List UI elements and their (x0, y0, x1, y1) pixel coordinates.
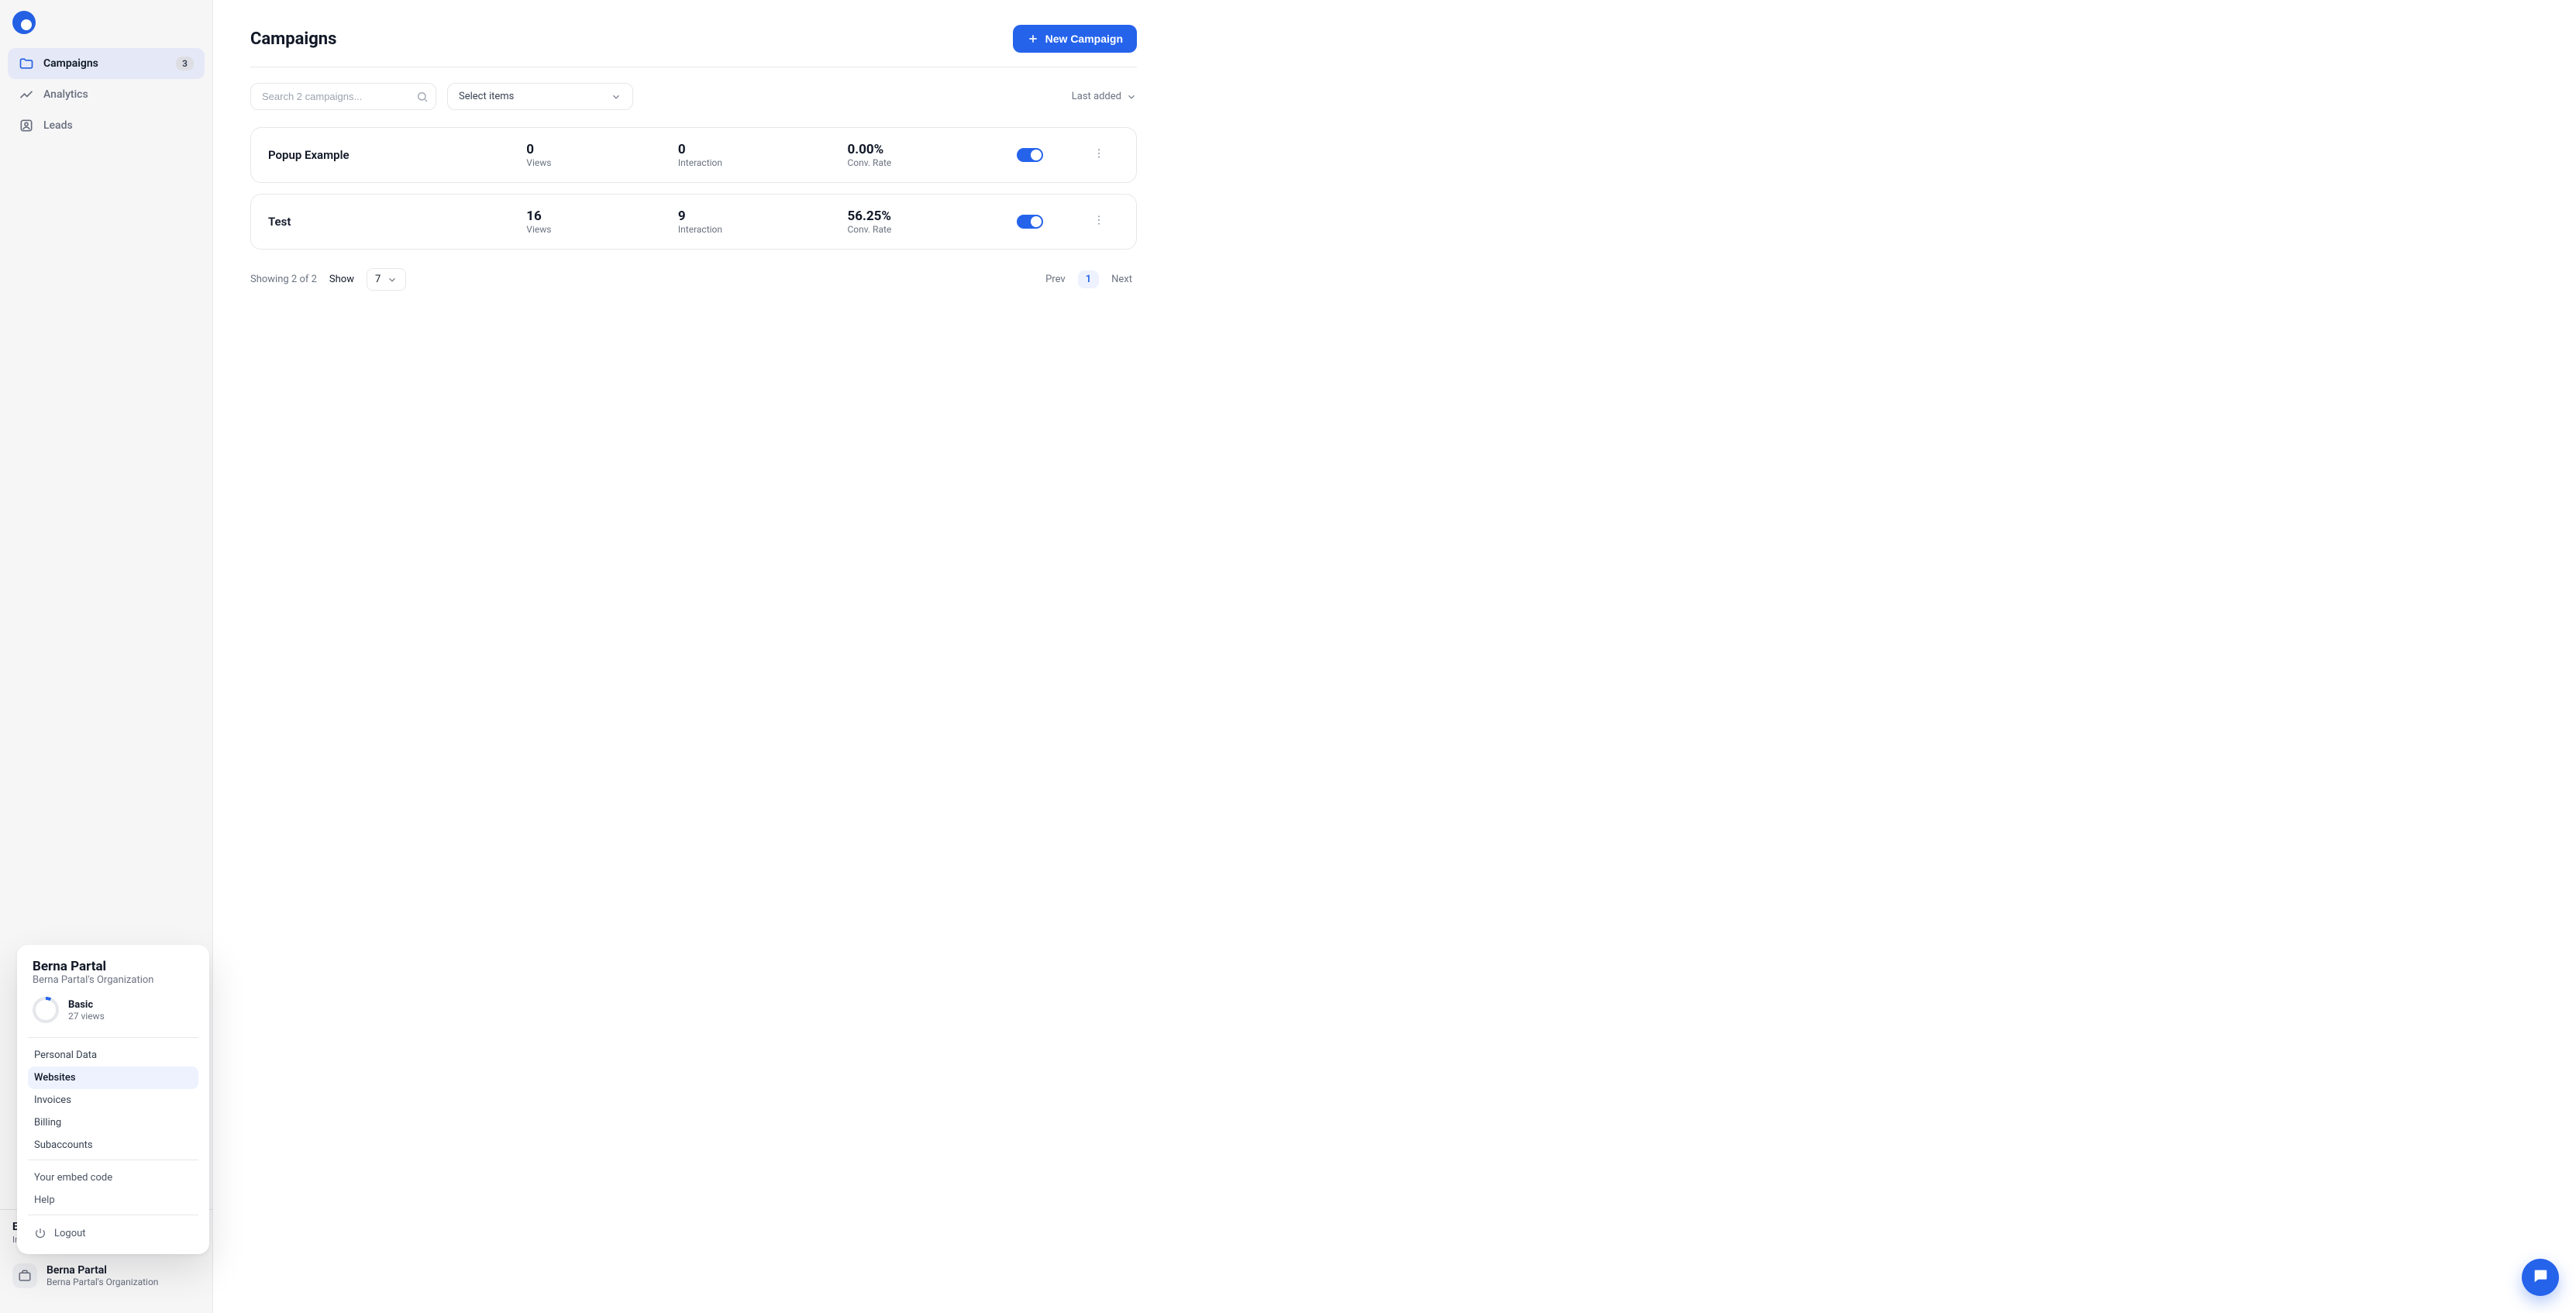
popover-user-name: Berna Partal (28, 959, 198, 974)
search-icon (416, 91, 429, 103)
folder-icon (19, 56, 34, 71)
chevron-down-icon (1126, 91, 1137, 102)
pagination-info: Showing 2 of 2 (250, 274, 317, 285)
menu-help[interactable]: Help (28, 1189, 198, 1211)
account-org: Berna Partal's Organization (46, 1277, 158, 1287)
enabled-toggle[interactable] (1017, 148, 1043, 162)
chat-launcher[interactable] (2522, 1259, 2559, 1296)
sidebar-item-campaigns[interactable]: Campaigns 3 (8, 48, 205, 79)
menu-billing[interactable]: Billing (28, 1111, 198, 1134)
sidebar-item-analytics[interactable]: Analytics (8, 79, 205, 110)
pagination-nav: Prev 1 Next (1041, 271, 1137, 288)
campaign-list: Popup Example 0 Views 0 Interaction 0.00… (250, 127, 1137, 250)
plus-icon (1027, 33, 1039, 45)
enabled-toggle[interactable] (1017, 215, 1043, 229)
plan-views: 27 views (68, 1011, 105, 1022)
usage-ring-icon (33, 997, 59, 1023)
chat-icon (2532, 1267, 2549, 1287)
new-campaign-button[interactable]: New Campaign (1013, 25, 1137, 53)
campaign-row[interactable]: Test 16 Views 9 Interaction 56.25% Conv.… (250, 194, 1137, 250)
pagination: Showing 2 of 2 Show 7 Prev 1 Next (250, 268, 1137, 291)
menu-logout[interactable]: Logout (28, 1222, 198, 1245)
conv-rate-value: 56.25% (847, 208, 1007, 224)
row-actions-menu[interactable] (1088, 211, 1110, 233)
main-nav: Campaigns 3 Analytics Leads (0, 48, 212, 141)
more-vertical-icon (1093, 147, 1105, 163)
sidebar-item-label: Analytics (43, 88, 88, 101)
sidebar: Campaigns 3 Analytics Leads Embed your c… (0, 0, 213, 1313)
sidebar-item-leads[interactable]: Leads (8, 110, 205, 141)
interaction-value: 9 (678, 208, 839, 224)
views-value: 16 (526, 208, 669, 224)
page-size-select[interactable]: 7 (367, 268, 406, 291)
pagination-page-current[interactable]: 1 (1078, 271, 1099, 288)
filter-row: Select items Last added (250, 83, 1137, 110)
popover-user-org: Berna Partal's Organization (28, 974, 198, 997)
views-label: Views (526, 157, 669, 168)
briefcase-icon (12, 1263, 37, 1288)
power-icon (34, 1227, 46, 1239)
interaction-value: 0 (678, 142, 839, 157)
chevron-down-icon (387, 274, 398, 285)
conv-rate-label: Conv. Rate (847, 157, 1007, 168)
interaction-label: Interaction (678, 157, 839, 168)
select-items-dropdown[interactable]: Select items (447, 83, 633, 110)
interaction-label: Interaction (678, 224, 839, 235)
menu-websites[interactable]: Websites (28, 1067, 198, 1089)
account-name: Berna Partal (46, 1264, 158, 1277)
app-logo[interactable] (12, 11, 36, 34)
sort-dropdown[interactable]: Last added (1072, 91, 1137, 102)
page-title: Campaigns (250, 29, 336, 49)
chart-icon (19, 87, 34, 102)
account-popover: Berna Partal Berna Partal's Organization… (17, 945, 209, 1254)
account-switcher[interactable]: Berna Partal Berna Partal's Organization (0, 1253, 212, 1299)
plan-usage[interactable]: Basic 27 views (28, 997, 198, 1034)
more-vertical-icon (1093, 214, 1105, 229)
page-header: Campaigns New Campaign (250, 25, 1137, 67)
campaign-name: Popup Example (268, 148, 517, 162)
sidebar-item-label: Leads (43, 119, 73, 132)
pagination-next[interactable]: Next (1107, 271, 1137, 288)
menu-embed-code[interactable]: Your embed code (28, 1167, 198, 1189)
menu-invoices[interactable]: Invoices (28, 1089, 198, 1111)
chevron-down-icon (611, 91, 622, 102)
views-label: Views (526, 224, 669, 235)
plan-name: Basic (68, 999, 105, 1011)
campaign-name: Test (268, 215, 517, 229)
conv-rate-value: 0.00% (847, 142, 1007, 157)
conv-rate-label: Conv. Rate (847, 224, 1007, 235)
sidebar-item-badge: 3 (176, 57, 194, 71)
menu-personal-data[interactable]: Personal Data (28, 1044, 198, 1067)
page-size-label: Show (329, 274, 354, 285)
sidebar-item-label: Campaigns (43, 57, 98, 70)
contact-icon (19, 118, 34, 133)
search-input[interactable] (250, 83, 436, 110)
main-content: Campaigns New Campaign Select items (213, 0, 2576, 1313)
row-actions-menu[interactable] (1088, 144, 1110, 166)
menu-subaccounts[interactable]: Subaccounts (28, 1134, 198, 1156)
views-value: 0 (526, 142, 669, 157)
campaign-row[interactable]: Popup Example 0 Views 0 Interaction 0.00… (250, 127, 1137, 183)
pagination-prev[interactable]: Prev (1041, 271, 1070, 288)
